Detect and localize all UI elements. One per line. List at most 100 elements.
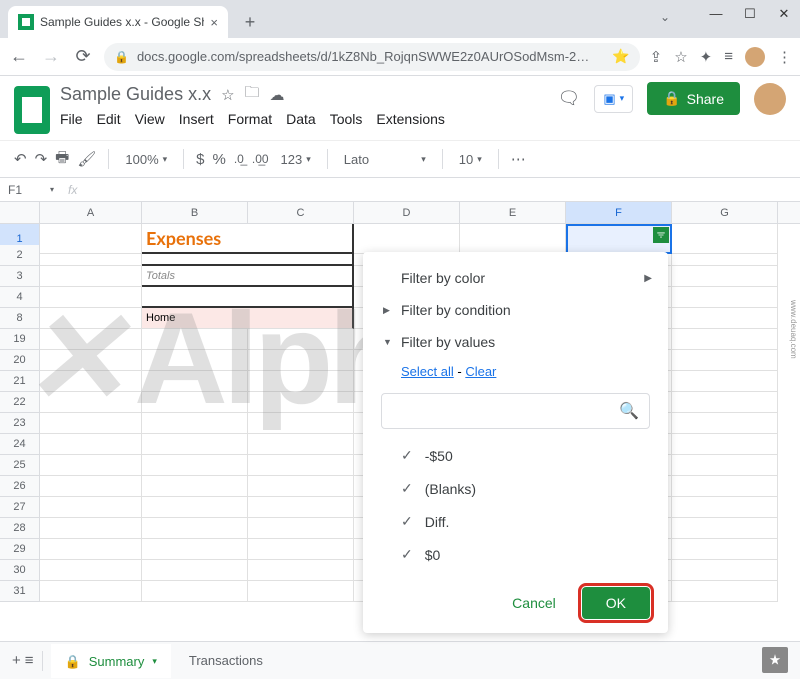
translate-icon[interactable]: ⭐ <box>612 48 629 65</box>
font-select[interactable]: Lato▾ <box>340 152 430 167</box>
minimize-icon[interactable]: — <box>706 6 726 22</box>
reading-list-icon[interactable]: ≡ <box>724 48 733 65</box>
filter-search-input[interactable]: 🔍 <box>381 393 650 429</box>
close-window-icon[interactable]: ✕ <box>774 6 794 22</box>
move-icon[interactable]: 🗀 <box>245 82 260 107</box>
row-header[interactable]: 28 <box>0 518 40 539</box>
menu-data[interactable]: Data <box>286 111 316 127</box>
close-tab-icon[interactable]: × <box>210 15 218 30</box>
select-all-corner[interactable] <box>0 202 40 223</box>
row-header[interactable]: 24 <box>0 434 40 455</box>
filter-value-item[interactable]: ✓$0 <box>401 538 668 571</box>
selected-cell-f1[interactable] <box>566 224 672 254</box>
col-header-g[interactable]: G <box>672 202 778 223</box>
percent-icon[interactable]: % <box>213 151 226 168</box>
account-avatar[interactable] <box>754 83 786 115</box>
tabs-dropdown-icon[interactable]: ⌄ <box>660 10 670 24</box>
row-header[interactable]: 29 <box>0 539 40 560</box>
clear-link[interactable]: Clear <box>465 364 496 379</box>
row-header[interactable]: 22 <box>0 392 40 413</box>
all-sheets-icon[interactable]: ≡ <box>25 652 34 669</box>
ok-button[interactable]: OK <box>582 587 650 619</box>
reload-button[interactable]: ⟳ <box>72 46 94 67</box>
row-header[interactable]: 23 <box>0 413 40 434</box>
bookmark-icon[interactable]: ☆ <box>674 48 687 66</box>
format-select[interactable]: 123▾ <box>277 152 315 167</box>
fx-icon: fx <box>68 183 77 197</box>
sheet-tab-summary[interactable]: 🔒 Summary ▾ <box>51 644 171 678</box>
window-controls: — ☐ ✕ <box>706 6 794 22</box>
row-header[interactable]: 27 <box>0 497 40 518</box>
new-tab-button[interactable]: + <box>236 8 264 36</box>
col-header-c[interactable]: C <box>248 202 354 223</box>
row-header[interactable]: 25 <box>0 455 40 476</box>
row-header[interactable]: 30 <box>0 560 40 581</box>
row-header[interactable]: 20 <box>0 350 40 371</box>
cancel-button[interactable]: Cancel <box>494 587 574 619</box>
document-title[interactable]: Sample Guides x.x <box>60 84 211 105</box>
col-header-a[interactable]: A <box>40 202 142 223</box>
table-row: 1 Expenses <box>0 224 800 245</box>
filter-value-list: ✓-$50 ✓(Blanks) ✓Diff. ✓$0 <box>363 433 668 577</box>
add-sheet-icon[interactable]: + <box>12 652 21 669</box>
star-icon[interactable]: ☆ <box>221 86 234 104</box>
col-header-b[interactable]: B <box>142 202 248 223</box>
filter-value-item[interactable]: ✓(Blanks) <box>401 472 668 505</box>
filter-value-item[interactable]: ✓Diff. <box>401 505 668 538</box>
back-button[interactable]: ← <box>8 46 30 67</box>
font-size-select[interactable]: 10▾ <box>455 152 486 167</box>
comment-history-icon[interactable]: 🗨 <box>558 88 581 109</box>
present-button[interactable]: ▣ ▾ <box>594 85 633 113</box>
cloud-status-icon[interactable]: ☁ <box>270 86 285 104</box>
cell-b8[interactable]: Home <box>142 308 248 329</box>
browser-tab[interactable]: Sample Guides x.x - Google She × <box>8 6 228 38</box>
increase-decimal-icon[interactable]: .0̲0 <box>252 152 269 166</box>
row-header[interactable]: 19 <box>0 329 40 350</box>
row-header[interactable]: 26 <box>0 476 40 497</box>
cell-b3[interactable]: Totals <box>142 266 248 287</box>
chrome-menu-icon[interactable]: ⋮ <box>777 48 792 66</box>
share-page-icon[interactable]: ⇪ <box>650 48 663 66</box>
profile-avatar[interactable] <box>745 47 765 67</box>
more-toolbar-icon[interactable]: ⋯ <box>511 150 526 168</box>
currency-icon[interactable]: $ <box>196 151 204 168</box>
explore-button[interactable] <box>762 647 788 673</box>
name-box[interactable]: F1 <box>0 183 50 197</box>
col-header-f[interactable]: F <box>566 202 672 223</box>
row-header[interactable]: 21 <box>0 371 40 392</box>
zoom-select[interactable]: 100%▾ <box>121 152 171 167</box>
col-header-d[interactable]: D <box>354 202 460 223</box>
sheet-tab-transactions[interactable]: Transactions <box>175 645 277 676</box>
menu-extensions[interactable]: Extensions <box>376 111 444 127</box>
filter-value-item[interactable]: ✓-$50 <box>401 439 668 472</box>
extensions-icon[interactable]: ✦ <box>700 48 713 66</box>
sheet-tab-bar: + ≡ 🔒 Summary ▾ Transactions <box>0 641 800 679</box>
menu-tools[interactable]: Tools <box>330 111 363 127</box>
name-box-dropdown-icon[interactable]: ▾ <box>50 185 54 194</box>
lock-icon: 🔒 <box>65 654 81 670</box>
filter-by-condition[interactable]: ▶Filter by condition <box>363 294 668 326</box>
maximize-icon[interactable]: ☐ <box>740 6 760 22</box>
extension-icons: ⇪ ☆ ✦ ≡ ⋮ <box>650 47 792 67</box>
filter-by-color[interactable]: Filter by color▶ <box>363 262 668 294</box>
menu-view[interactable]: View <box>135 111 165 127</box>
menu-format[interactable]: Format <box>228 111 272 127</box>
chevron-down-icon: ▾ <box>620 93 625 104</box>
share-button[interactable]: 🔒 Share <box>647 82 740 115</box>
sheets-logo[interactable] <box>14 86 50 134</box>
menu-file[interactable]: File <box>60 111 83 127</box>
filter-by-values[interactable]: ▼Filter by values <box>363 326 668 358</box>
address-bar[interactable]: 🔒 docs.google.com/spreadsheets/d/1kZ8Nb_… <box>104 43 640 71</box>
menu-insert[interactable]: Insert <box>179 111 214 127</box>
row-header[interactable]: 31 <box>0 581 40 602</box>
decrease-decimal-icon[interactable]: .0̲ <box>234 152 244 166</box>
undo-icon[interactable]: ↶ <box>14 150 27 168</box>
redo-icon[interactable]: ↷ <box>35 150 48 168</box>
select-all-link[interactable]: Select all <box>401 364 454 379</box>
menu-edit[interactable]: Edit <box>97 111 121 127</box>
paint-format-icon[interactable]: 🖌 <box>77 150 96 168</box>
filter-icon[interactable] <box>653 227 669 243</box>
col-header-e[interactable]: E <box>460 202 566 223</box>
print-icon[interactable]: 🖶 <box>55 147 69 172</box>
check-icon: ✓ <box>401 447 413 464</box>
